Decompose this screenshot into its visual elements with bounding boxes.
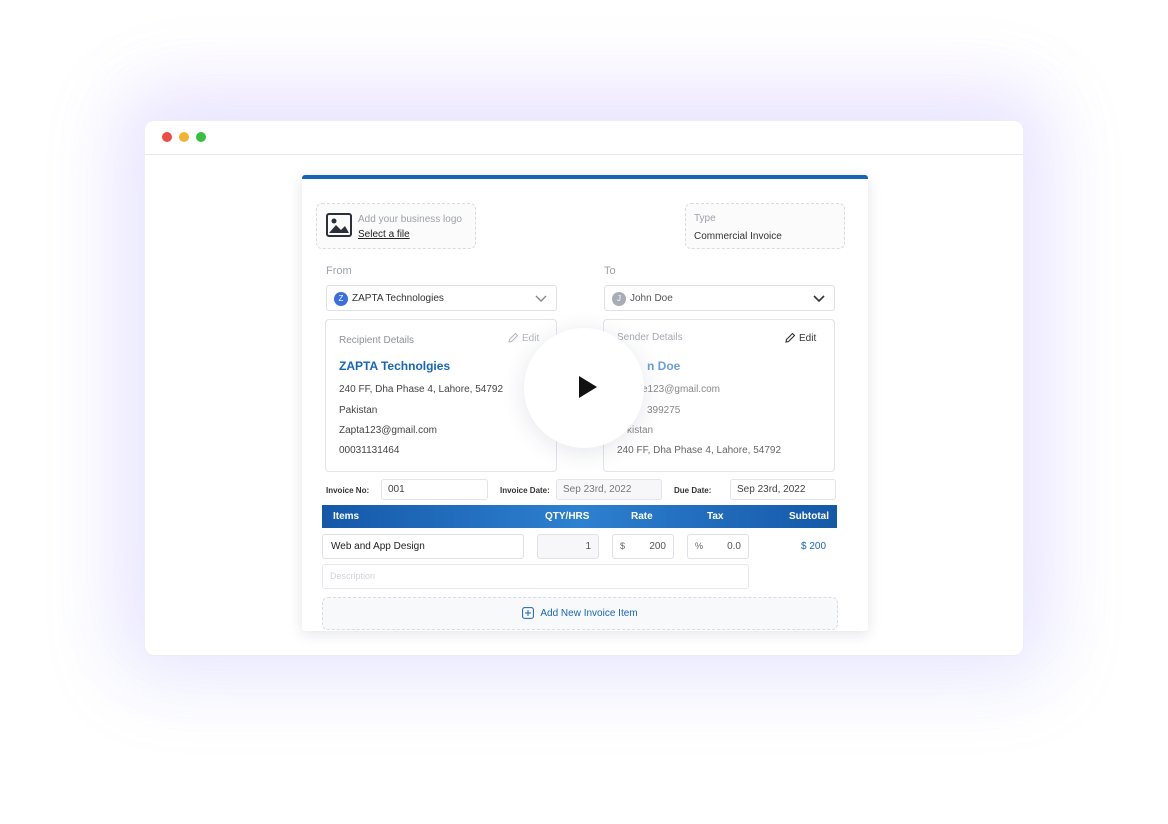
invoice-type-field[interactable]: Type Commercial Invoice	[685, 203, 845, 249]
col-items: Items	[333, 511, 360, 522]
item-tax-value: 0.0	[727, 541, 741, 552]
minimize-window-button[interactable]	[179, 132, 189, 142]
recipient-details-title: Recipient Details	[339, 335, 415, 346]
chevron-down-icon	[535, 295, 547, 302]
item-rate-value: 200	[649, 541, 666, 552]
from-select[interactable]: Z ZAPTA Technologies	[326, 285, 557, 311]
sender-edit-label: Edit	[799, 333, 817, 344]
due-date-label: Due Date:	[674, 486, 712, 495]
invoice-date-label: Invoice Date:	[500, 486, 550, 495]
maximize-window-button[interactable]	[196, 132, 206, 142]
item-qty-value: 1	[585, 541, 591, 552]
item-tax-input[interactable]: % 0.0	[687, 534, 749, 559]
to-avatar: J	[612, 292, 626, 306]
from-selected-name: ZAPTA Technologies	[352, 293, 444, 304]
sender-details-title: Sender Details	[617, 332, 683, 343]
invoice-date-input[interactable]: Sep 23rd, 2022	[556, 479, 662, 500]
recipient-details-box: Recipient Details Edit ZAPTA Technolgies…	[325, 319, 557, 472]
col-subtotal: Subtotal	[789, 511, 829, 522]
pencil-icon	[785, 332, 796, 343]
item-qty-input[interactable]: 1	[537, 534, 599, 559]
col-tax: Tax	[707, 511, 724, 522]
item-rate-input[interactable]: $ 200	[612, 534, 674, 559]
due-date-input[interactable]: Sep 23rd, 2022	[730, 479, 836, 500]
invoice-card: Add your business logo Select a file Typ…	[302, 175, 868, 631]
add-invoice-item-label: Add New Invoice Item	[540, 608, 638, 619]
col-qty: QTY/HRS	[545, 511, 590, 522]
logo-upload-area[interactable]: Add your business logo Select a file	[316, 203, 476, 249]
invoice-no-label: Invoice No:	[326, 486, 370, 495]
recipient-edit-label: Edit	[522, 333, 540, 344]
from-label: From	[326, 265, 352, 277]
item-description-input[interactable]: Description	[322, 564, 749, 589]
chevron-down-icon	[813, 295, 825, 303]
to-label: To	[604, 265, 616, 277]
col-rate: Rate	[631, 511, 653, 522]
to-select[interactable]: J John Doe	[604, 285, 835, 311]
sender-edit-button[interactable]: Edit	[785, 332, 816, 344]
image-icon	[326, 213, 352, 237]
from-avatar: Z	[334, 292, 348, 306]
window-titlebar	[145, 121, 1023, 155]
recipient-name: ZAPTA Technolgies	[339, 359, 451, 373]
tax-percent-prefix: %	[695, 541, 704, 551]
recipient-email: Zapta123@gmail.com	[339, 425, 437, 436]
recipient-edit-button[interactable]: Edit	[508, 332, 539, 344]
item-name-input[interactable]: Web and App Design	[322, 534, 524, 559]
sender-address: 240 FF, Dha Phase 4, Lahore, 54792	[617, 445, 782, 456]
pencil-icon	[508, 332, 519, 343]
plus-square-icon	[522, 607, 535, 619]
sender-country: kistan	[627, 425, 654, 436]
play-icon	[579, 376, 597, 398]
items-table-header: Items QTY/HRS Rate Tax Subtotal	[322, 505, 837, 528]
rate-currency-prefix: $	[620, 541, 626, 551]
sender-phone: 399275	[647, 405, 681, 416]
invoice-type-value: Commercial Invoice	[694, 231, 782, 242]
add-invoice-item-button[interactable]: Add New Invoice Item	[322, 597, 838, 630]
logo-upload-hint: Add your business logo	[358, 214, 462, 225]
invoice-type-label: Type	[694, 213, 716, 224]
sender-name: n Doe	[647, 359, 681, 373]
browser-window: Add your business logo Select a file Typ…	[144, 120, 1024, 656]
invoice-no-input[interactable]: 001	[381, 479, 488, 500]
recipient-country: Pakistan	[339, 405, 378, 416]
recipient-phone: 00031131464	[339, 445, 400, 456]
select-file-link[interactable]: Select a file	[358, 229, 410, 240]
sender-email: e123@gmail.com	[642, 384, 720, 395]
to-selected-name: John Doe	[630, 293, 673, 304]
play-video-button[interactable]	[524, 328, 644, 448]
recipient-address: 240 FF, Dha Phase 4, Lahore, 54792	[339, 384, 504, 395]
close-window-button[interactable]	[162, 132, 172, 142]
item-subtotal: $ 200	[801, 541, 827, 552]
